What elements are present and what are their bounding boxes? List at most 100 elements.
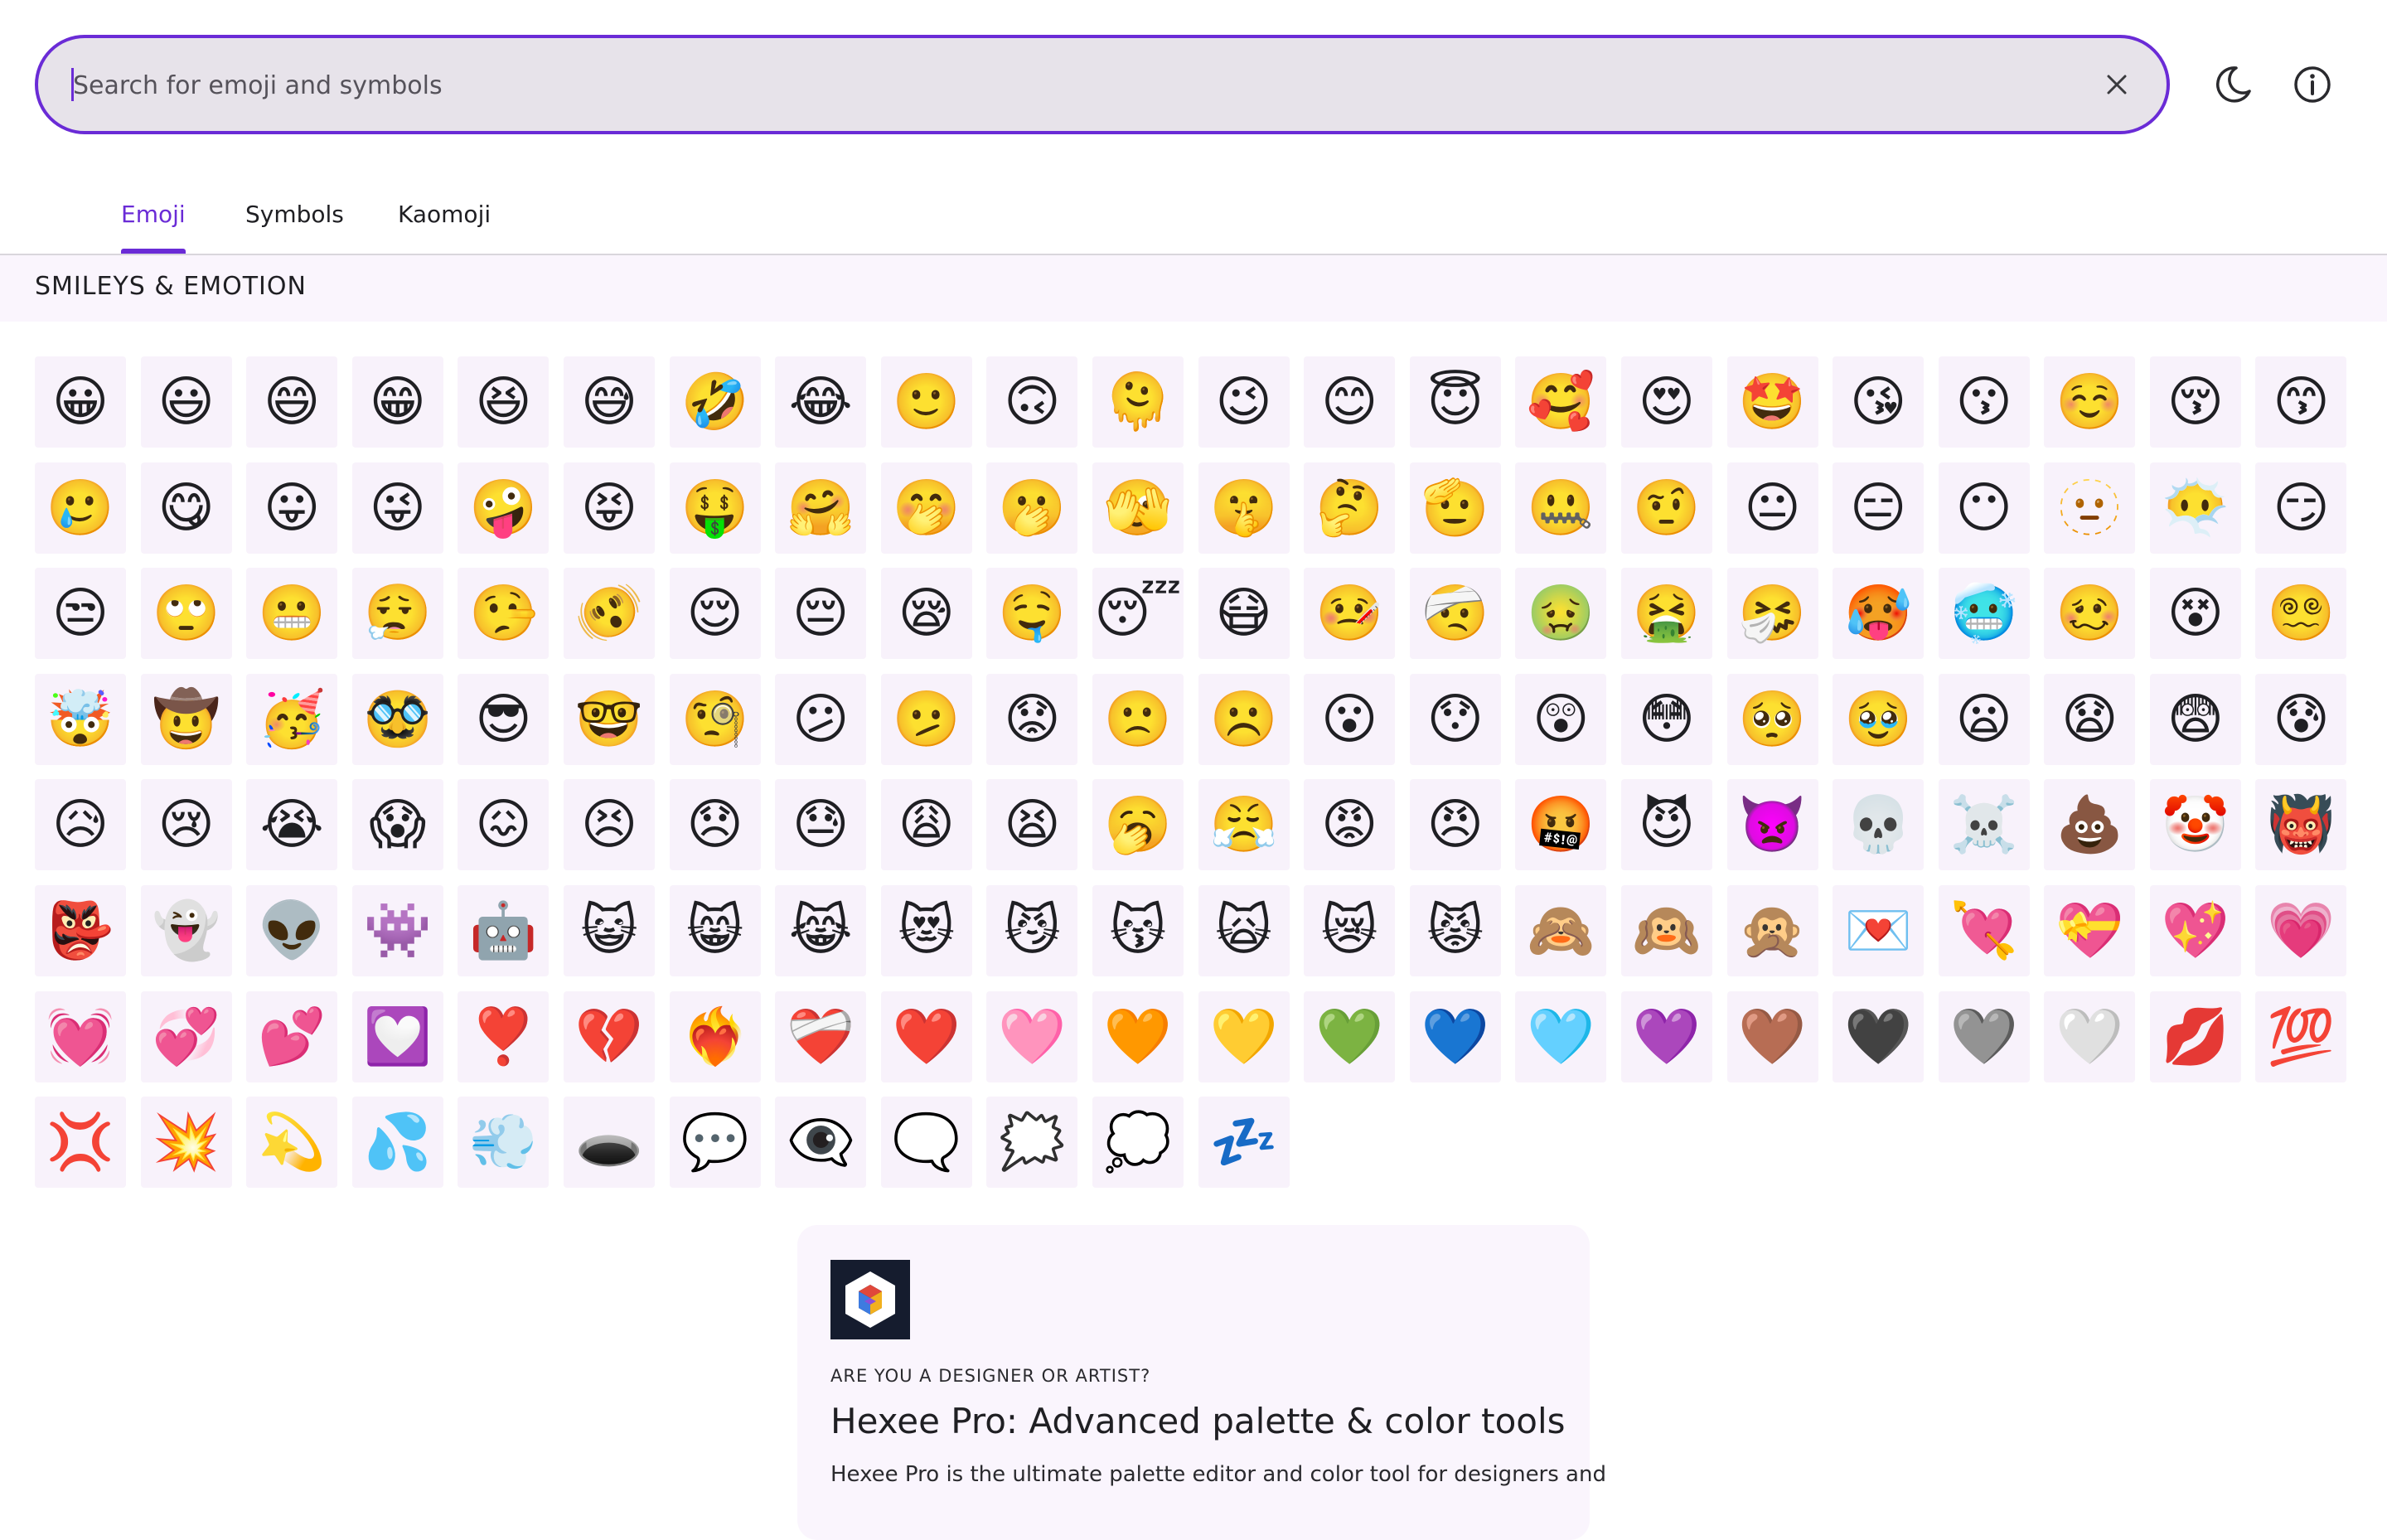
emoji-cell[interactable]: 😸 bbox=[669, 884, 761, 976]
emoji-cell[interactable]: 😕 bbox=[775, 673, 867, 765]
emoji-cell[interactable]: 💩 bbox=[2044, 779, 2136, 871]
emoji-cell[interactable]: 🤬 bbox=[1515, 779, 1607, 871]
emoji-cell[interactable]: 😗 bbox=[1938, 356, 2030, 448]
emoji-cell[interactable]: 🕳️ bbox=[563, 1097, 655, 1189]
emoji-cell[interactable]: 🩷 bbox=[986, 990, 1078, 1082]
emoji-cell[interactable]: 🧐 bbox=[669, 673, 761, 765]
emoji-cell[interactable]: 💌 bbox=[1833, 884, 1925, 976]
emoji-cell[interactable]: 🥱 bbox=[1092, 779, 1184, 871]
emoji-cell[interactable]: 😼 bbox=[986, 884, 1078, 976]
emoji-cell[interactable]: 🤤 bbox=[986, 568, 1078, 660]
emoji-cell[interactable]: 😅 bbox=[563, 356, 655, 448]
emoji-cell[interactable]: 😛 bbox=[246, 462, 338, 554]
search-bar[interactable] bbox=[35, 35, 2170, 134]
emoji-cell[interactable]: 😑 bbox=[1833, 462, 1925, 554]
emoji-cell[interactable]: 😶‍🌫️ bbox=[2149, 462, 2241, 554]
emoji-cell[interactable]: 😟 bbox=[986, 673, 1078, 765]
emoji-cell[interactable]: ❤️‍🔥 bbox=[669, 990, 761, 1082]
emoji-cell[interactable]: 🤍 bbox=[2044, 990, 2136, 1082]
emoji-cell[interactable]: 🙉 bbox=[1620, 884, 1712, 976]
emoji-cell[interactable]: ☺️ bbox=[2044, 356, 2136, 448]
emoji-cell[interactable]: 😺 bbox=[563, 884, 655, 976]
emoji-cell[interactable]: 😇 bbox=[1409, 356, 1501, 448]
emoji-cell[interactable]: 😞 bbox=[669, 779, 761, 871]
tab-kaomoji[interactable]: Kaomoji bbox=[398, 187, 491, 254]
emoji-cell[interactable]: 💜 bbox=[1620, 990, 1712, 1082]
emoji-cell[interactable]: 🙁 bbox=[1092, 673, 1184, 765]
emoji-cell[interactable]: 🥸 bbox=[351, 673, 443, 765]
emoji-cell[interactable]: 😮‍💨 bbox=[351, 568, 443, 660]
emoji-cell[interactable]: 😜 bbox=[351, 462, 443, 554]
emoji-cell[interactable]: 💟 bbox=[351, 990, 443, 1082]
emoji-cell[interactable]: 🥰 bbox=[1515, 356, 1607, 448]
emoji-cell[interactable]: 🙀 bbox=[1198, 884, 1290, 976]
emoji-cell[interactable]: 👹 bbox=[2255, 779, 2347, 871]
emoji-cell[interactable]: 😳 bbox=[1620, 673, 1712, 765]
emoji-cell[interactable]: 😥 bbox=[35, 779, 126, 871]
emoji-cell[interactable]: 🥴 bbox=[2044, 568, 2136, 660]
emoji-cell[interactable]: 😲 bbox=[1515, 673, 1607, 765]
emoji-cell[interactable]: 🤓 bbox=[563, 673, 655, 765]
emoji-cell[interactable]: 💢 bbox=[35, 1097, 126, 1189]
emoji-cell[interactable]: ❤️ bbox=[880, 990, 972, 1082]
emoji-cell[interactable]: 🤨 bbox=[1620, 462, 1712, 554]
emoji-cell[interactable]: 🫢 bbox=[986, 462, 1078, 554]
emoji-cell[interactable]: 😦 bbox=[1938, 673, 2030, 765]
emoji-cell[interactable]: 🤠 bbox=[140, 673, 232, 765]
emoji-cell[interactable]: 😹 bbox=[775, 884, 867, 976]
emoji-cell[interactable]: 🤪 bbox=[458, 462, 550, 554]
emoji-cell[interactable]: 😘 bbox=[1833, 356, 1925, 448]
emoji-cell[interactable]: 💖 bbox=[2149, 884, 2241, 976]
emoji-cell[interactable]: 😯 bbox=[1409, 673, 1501, 765]
emoji-cell[interactable]: 👾 bbox=[351, 884, 443, 976]
emoji-cell[interactable]: 😰 bbox=[2255, 673, 2347, 765]
emoji-cell[interactable]: 😁 bbox=[351, 356, 443, 448]
emoji-cell[interactable]: 🤕 bbox=[1409, 568, 1501, 660]
emoji-cell[interactable]: 🙈 bbox=[1515, 884, 1607, 976]
emoji-cell[interactable]: 😌 bbox=[669, 568, 761, 660]
emoji-cell[interactable]: 💔 bbox=[563, 990, 655, 1082]
emoji-cell[interactable]: 😩 bbox=[880, 779, 972, 871]
emoji-cell[interactable]: 😉 bbox=[1198, 356, 1290, 448]
emoji-cell[interactable]: 💗 bbox=[2255, 884, 2347, 976]
emoji-cell[interactable]: 💤 bbox=[1198, 1097, 1290, 1189]
emoji-cell[interactable]: 🙃 bbox=[986, 356, 1078, 448]
emoji-cell[interactable]: 😫 bbox=[986, 779, 1078, 871]
emoji-cell[interactable]: 😃 bbox=[140, 356, 232, 448]
emoji-cell[interactable]: 🤫 bbox=[1198, 462, 1290, 554]
emoji-cell[interactable]: 🤖 bbox=[458, 884, 550, 976]
emoji-cell[interactable]: 💫 bbox=[246, 1097, 338, 1189]
emoji-cell[interactable]: 😐 bbox=[1726, 462, 1818, 554]
emoji-cell[interactable]: 😏 bbox=[2255, 462, 2347, 554]
emoji-cell[interactable]: 💋 bbox=[2149, 990, 2241, 1082]
emoji-cell[interactable]: 😢 bbox=[140, 779, 232, 871]
emoji-cell[interactable]: 💯 bbox=[2255, 990, 2347, 1082]
theme-toggle-button[interactable] bbox=[2208, 60, 2258, 109]
emoji-cell[interactable]: 😻 bbox=[880, 884, 972, 976]
emoji-cell[interactable]: 💝 bbox=[2044, 884, 2136, 976]
emoji-cell[interactable]: 😨 bbox=[2149, 673, 2241, 765]
emoji-cell[interactable]: 😤 bbox=[1198, 779, 1290, 871]
emoji-cell[interactable]: 🤔 bbox=[1304, 462, 1396, 554]
emoji-cell[interactable]: 💭 bbox=[1092, 1097, 1184, 1189]
emoji-cell[interactable]: 😭 bbox=[246, 779, 338, 871]
emoji-cell[interactable]: 💘 bbox=[1938, 884, 2030, 976]
emoji-cell[interactable]: 💛 bbox=[1198, 990, 1290, 1082]
emoji-cell[interactable]: 🙂 bbox=[880, 356, 972, 448]
emoji-cell[interactable]: 🩶 bbox=[1938, 990, 2030, 1082]
emoji-cell[interactable]: 🙄 bbox=[140, 568, 232, 660]
emoji-cell[interactable]: 🫤 bbox=[880, 673, 972, 765]
emoji-cell[interactable]: ❣️ bbox=[458, 990, 550, 1082]
emoji-cell[interactable]: 🤐 bbox=[1515, 462, 1607, 554]
promo-title[interactable]: Hexee Pro: Advanced palette & color tool… bbox=[830, 1401, 1566, 1441]
emoji-cell[interactable]: ❤️‍🩹 bbox=[775, 990, 867, 1082]
emoji-cell[interactable]: 😵 bbox=[2149, 568, 2241, 660]
emoji-cell[interactable]: 🤑 bbox=[669, 462, 761, 554]
emoji-cell[interactable]: 😔 bbox=[775, 568, 867, 660]
promo-card[interactable]: ARE YOU A DESIGNER OR ARTIST? Hexee Pro:… bbox=[797, 1225, 1606, 1540]
emoji-cell[interactable]: 🤗 bbox=[775, 462, 867, 554]
emoji-cell[interactable]: 👻 bbox=[140, 884, 232, 976]
emoji-cell[interactable]: 💓 bbox=[35, 990, 126, 1082]
emoji-cell[interactable]: 🖤 bbox=[1833, 990, 1925, 1082]
emoji-cell[interactable]: 😖 bbox=[458, 779, 550, 871]
